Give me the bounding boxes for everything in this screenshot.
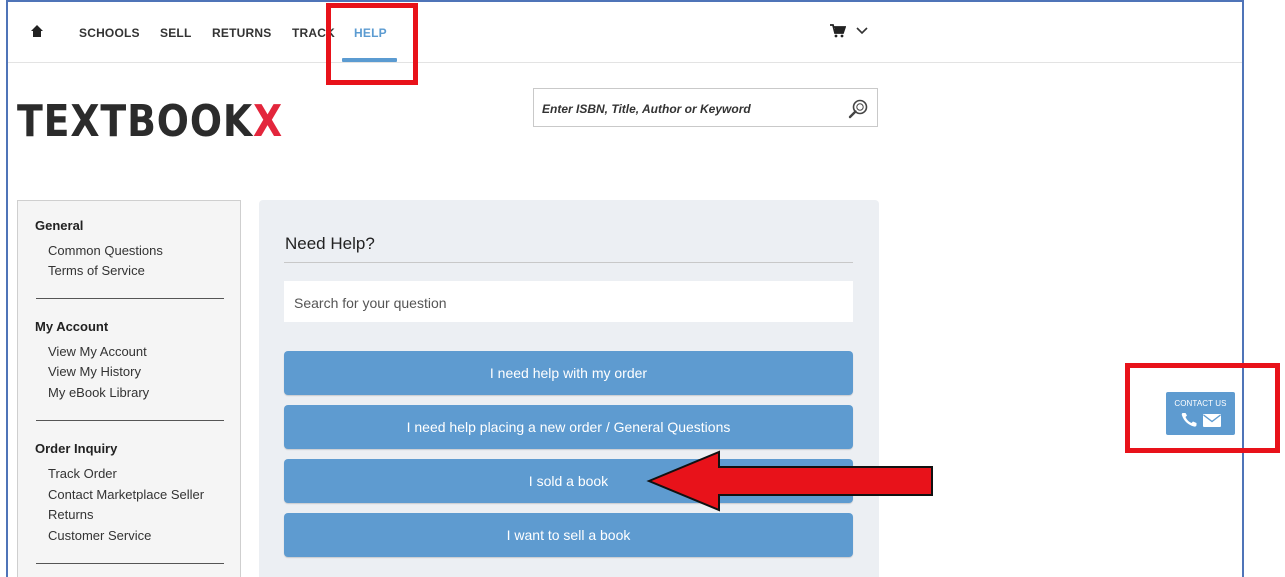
question-search-placeholder: Search for your question <box>294 295 447 311</box>
help-panel: Need Help? Search for your question I ne… <box>259 200 879 577</box>
site-search-input[interactable]: Enter ISBN, Title, Author or Keyword <box>533 88 878 127</box>
nav-sell[interactable]: SELL <box>160 26 191 40</box>
sidebar-item-contact-marketplace-seller[interactable]: Contact Marketplace Seller <box>48 487 204 502</box>
sidebar-item-my-ebook-library[interactable]: My eBook Library <box>48 385 149 400</box>
help-sidebar: General Common Questions Terms of Servic… <box>17 200 241 577</box>
home-icon[interactable] <box>30 24 44 38</box>
sidebar-item-returns[interactable]: Returns <box>48 507 94 522</box>
panel-divider <box>284 262 853 263</box>
help-order-button[interactable]: I need help with my order <box>284 351 853 395</box>
sidebar-divider <box>36 420 224 421</box>
top-nav: SCHOOLS SELL RETURNS TRACK HELP <box>8 2 1242 63</box>
highlight-box-contact <box>1125 363 1280 453</box>
sidebar-item-customer-service[interactable]: Customer Service <box>48 528 151 543</box>
highlight-box-help <box>326 3 418 85</box>
sidebar-heading-order-inquiry: Order Inquiry <box>35 441 118 456</box>
help-new-order-button[interactable]: I need help placing a new order / Genera… <box>284 405 853 449</box>
sidebar-heading-my-account: My Account <box>35 319 109 334</box>
sidebar-item-common-questions[interactable]: Common Questions <box>48 243 163 258</box>
site-logo[interactable]: TEXTBOOKX <box>17 96 283 147</box>
chevron-down-icon[interactable] <box>856 26 868 36</box>
sidebar-item-track-order[interactable]: Track Order <box>48 466 117 481</box>
sidebar-heading-general: General <box>35 218 84 233</box>
search-icon[interactable] <box>847 98 869 120</box>
sidebar-item-terms-of-service[interactable]: Terms of Service <box>48 263 145 278</box>
cart-icon[interactable] <box>830 24 846 38</box>
question-search-input[interactable]: Search for your question <box>284 281 853 322</box>
sidebar-item-view-my-account[interactable]: View My Account <box>48 344 147 359</box>
sidebar-divider <box>36 563 224 564</box>
logo-text: TEXTBOOK <box>17 96 254 147</box>
logo-accent: X <box>253 96 284 147</box>
search-placeholder: Enter ISBN, Title, Author or Keyword <box>542 102 751 116</box>
red-arrow-annotation <box>646 450 933 512</box>
sidebar-item-view-my-history[interactable]: View My History <box>48 364 141 379</box>
panel-title: Need Help? <box>285 234 375 253</box>
sell-book-button[interactable]: I want to sell a book <box>284 513 853 557</box>
nav-returns[interactable]: RETURNS <box>212 26 271 40</box>
nav-schools[interactable]: SCHOOLS <box>79 26 140 40</box>
sidebar-divider <box>36 298 224 299</box>
